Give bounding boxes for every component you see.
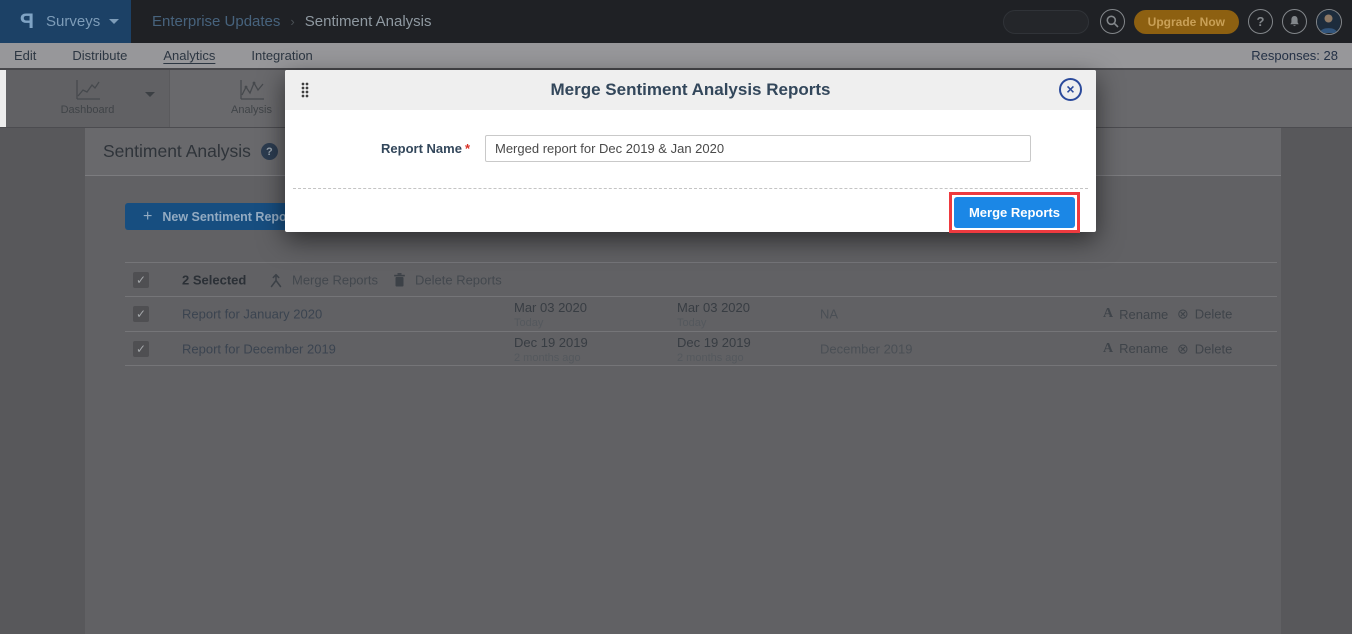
- bulk-actions-row: ✓ 2 Selected Merge Reports Delete Report…: [125, 262, 1277, 296]
- modified-date-relative: 2 months ago: [677, 352, 744, 364]
- help-icon[interactable]: ?: [1248, 9, 1273, 34]
- nav-item-analytics[interactable]: Analytics: [163, 48, 215, 63]
- delete-circle-x-icon: ⊗: [1177, 306, 1189, 323]
- nav-item-distribute[interactable]: Distribute: [72, 48, 127, 63]
- delete-action[interactable]: ⊗ Delete: [1177, 306, 1232, 323]
- merge-icon: [269, 272, 283, 287]
- breadcrumb-survey-name[interactable]: Enterprise Updates: [152, 13, 280, 30]
- new-sentiment-report-label: New Sentiment Report: [162, 210, 295, 224]
- created-date-relative: 2 months ago: [514, 352, 581, 364]
- row-checkbox[interactable]: ✓: [133, 306, 149, 322]
- report-month-cell: December 2019: [820, 341, 913, 356]
- page-edge-strip: [0, 70, 6, 127]
- created-date: Mar 03 2020: [514, 300, 587, 315]
- chevron-down-icon: [109, 19, 119, 24]
- page-title: Sentiment Analysis: [103, 141, 251, 162]
- rename-icon: A: [1103, 341, 1113, 357]
- delete-label: Delete: [1195, 341, 1233, 356]
- breadcrumb-separator-icon: ›: [290, 14, 294, 29]
- highlight-box: Merge Reports: [949, 192, 1080, 233]
- tab-dashboard[interactable]: Dashboard: [6, 70, 170, 127]
- row-checkbox[interactable]: ✓: [133, 341, 149, 357]
- topbar-actions: Upgrade Now ?: [1003, 0, 1352, 43]
- merge-reports-action[interactable]: Merge Reports: [269, 272, 378, 287]
- modified-date-cell: Mar 03 2020 Today: [677, 301, 750, 330]
- modal-close-icon[interactable]: ×: [1059, 78, 1082, 101]
- delete-circle-x-icon: ⊗: [1177, 340, 1189, 357]
- rename-action[interactable]: A Rename: [1103, 306, 1168, 322]
- table-row: ✓ Report for January 2020 Mar 03 2020 To…: [125, 296, 1277, 331]
- created-date-relative: Today: [514, 317, 543, 329]
- created-date: Dec 19 2019: [514, 335, 588, 350]
- notifications-bell-icon[interactable]: [1282, 9, 1307, 34]
- responses-count: Responses: 28: [1251, 48, 1338, 63]
- modal-footer: Merge Reports: [293, 188, 1088, 232]
- merge-reports-button[interactable]: Merge Reports: [954, 197, 1075, 228]
- modified-date: Dec 19 2019: [677, 335, 751, 350]
- report-name-label: Report Name*: [285, 141, 470, 156]
- report-name-link[interactable]: Report for December 2019: [182, 341, 336, 356]
- created-date-cell: Mar 03 2020 Today: [514, 301, 587, 330]
- delete-label: Delete: [1195, 307, 1233, 322]
- required-asterisk: *: [465, 141, 470, 156]
- modal-title: Merge Sentiment Analysis Reports: [285, 70, 1096, 110]
- user-avatar[interactable]: [1316, 9, 1342, 35]
- delete-reports-label: Delete Reports: [415, 272, 502, 287]
- modified-date-relative: Today: [677, 317, 706, 329]
- upgrade-now-button[interactable]: Upgrade Now: [1134, 10, 1239, 34]
- merge-reports-modal: Merge Sentiment Analysis Reports × Repor…: [285, 70, 1096, 232]
- modal-body: Report Name*: [285, 110, 1096, 188]
- created-date-cell: Dec 19 2019 2 months ago: [514, 336, 588, 365]
- nav-item-integration[interactable]: Integration: [251, 48, 312, 63]
- table-row: ✓ Report for December 2019 Dec 19 2019 2…: [125, 331, 1277, 366]
- rename-action[interactable]: A Rename: [1103, 341, 1168, 357]
- select-all-checkbox[interactable]: ✓: [133, 272, 149, 288]
- survey-nav-bar: Edit Distribute Analytics Integration Re…: [0, 43, 1352, 70]
- modal-header: Merge Sentiment Analysis Reports ×: [285, 70, 1096, 110]
- page-help-icon[interactable]: ?: [261, 143, 278, 160]
- rename-label: Rename: [1119, 307, 1168, 322]
- tab-dashboard-label: Dashboard: [6, 104, 169, 116]
- trash-icon: [393, 272, 406, 287]
- delete-reports-action[interactable]: Delete Reports: [393, 272, 502, 287]
- top-bar: P Surveys Enterprise Updates › Sentiment…: [0, 0, 1352, 43]
- dashboard-dropdown-caret-icon: [145, 92, 155, 97]
- breadcrumb-current-page: Sentiment Analysis: [305, 13, 432, 30]
- rename-label: Rename: [1119, 341, 1168, 356]
- app-screen: P Surveys Enterprise Updates › Sentiment…: [0, 0, 1352, 634]
- search-icon[interactable]: [1100, 9, 1125, 34]
- rename-icon: A: [1103, 306, 1113, 322]
- reports-table: ✓ 2 Selected Merge Reports Delete Report…: [125, 262, 1277, 366]
- report-name-input[interactable]: [485, 135, 1031, 162]
- modified-date-cell: Dec 19 2019 2 months ago: [677, 336, 751, 365]
- nav-item-edit[interactable]: Edit: [14, 48, 36, 63]
- merge-reports-label: Merge Reports: [292, 272, 378, 287]
- delete-action[interactable]: ⊗ Delete: [1177, 340, 1232, 357]
- search-input[interactable]: [1003, 10, 1089, 34]
- report-month-cell: NA: [820, 307, 838, 322]
- questionpro-logo-icon: P: [20, 10, 34, 34]
- selected-count: 2 Selected: [182, 272, 246, 287]
- report-name-link[interactable]: Report for January 2020: [182, 307, 322, 322]
- breadcrumb: Enterprise Updates › Sentiment Analysis: [152, 0, 431, 43]
- plus-icon: +: [143, 208, 152, 226]
- modified-date: Mar 03 2020: [677, 300, 750, 315]
- product-name: Surveys: [46, 13, 100, 30]
- product-switcher[interactable]: P Surveys: [0, 0, 131, 43]
